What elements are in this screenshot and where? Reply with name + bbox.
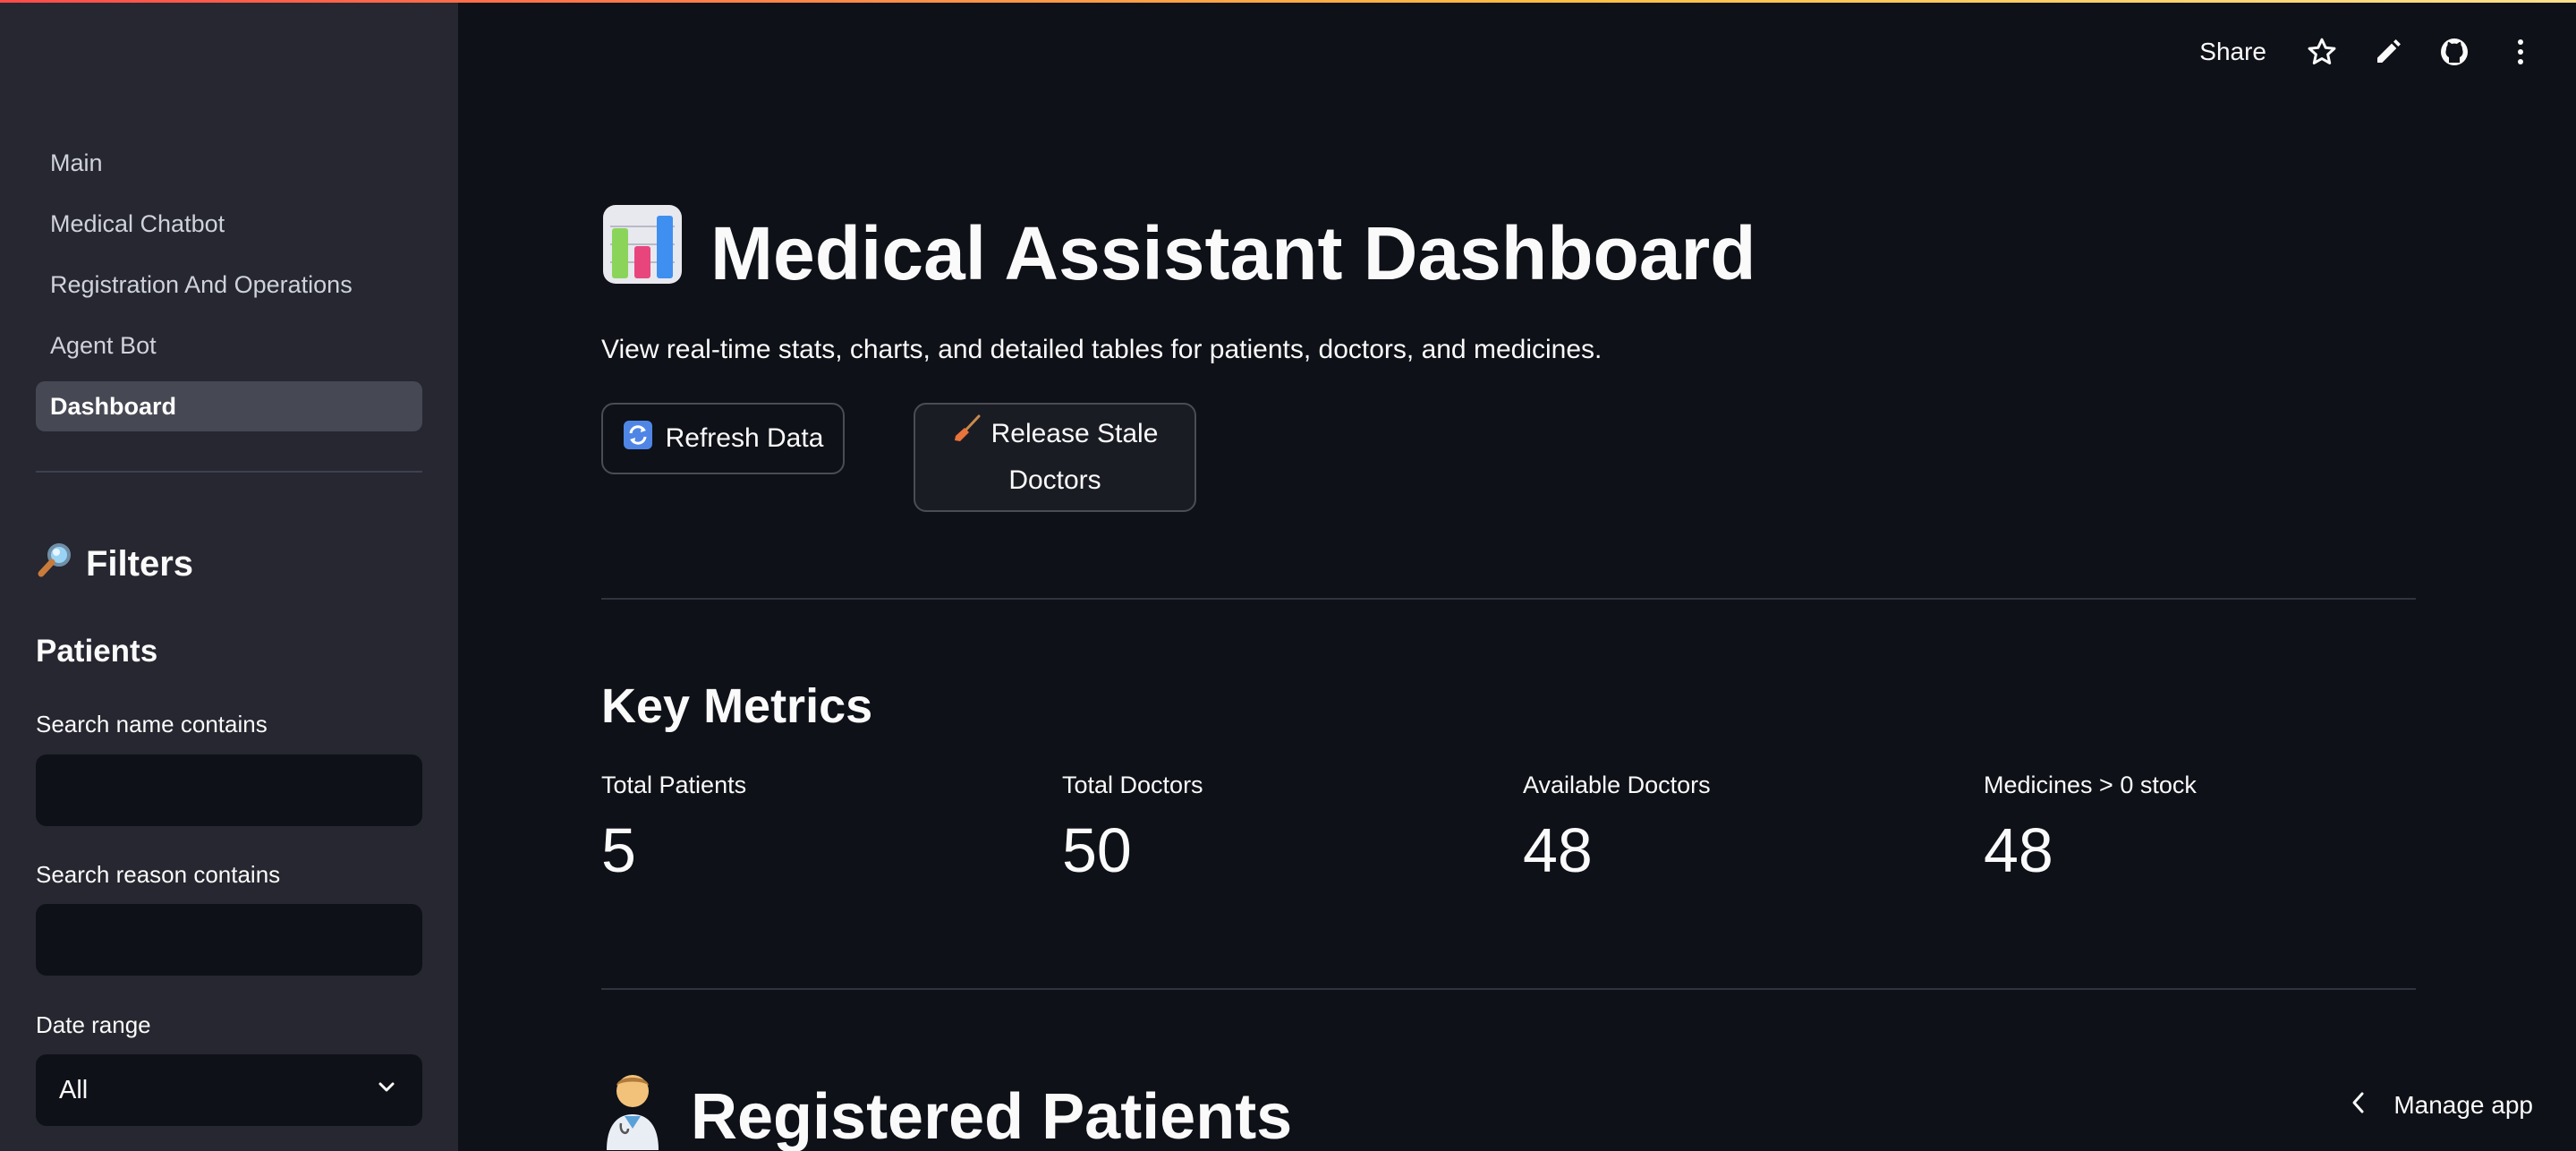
sidebar-item-agent-bot[interactable]: Agent Bot	[36, 320, 422, 371]
metric-total-doctors: Total Doctors 50	[1062, 772, 1509, 886]
filters-heading: Filters	[36, 537, 193, 591]
metric-value: 50	[1062, 815, 1132, 885]
chevron-down-icon	[376, 1076, 397, 1105]
doctor-icon	[601, 1070, 664, 1151]
key-metrics-heading: Key Metrics	[601, 679, 873, 733]
sidebar-item-dashboard[interactable]: Dashboard	[36, 381, 422, 431]
metric-label: Available Doctors	[1523, 772, 1711, 798]
metric-label: Medicines > 0 stock	[1984, 772, 2197, 798]
sidebar-item-registration-and-operations[interactable]: Registration And Operations	[36, 260, 422, 310]
metric-value: 48	[1523, 815, 1593, 885]
page-title-text: Medical Assistant Dashboard	[710, 210, 1756, 295]
date-range-select[interactable]: All	[36, 1054, 422, 1126]
sidebar-divider	[36, 471, 422, 473]
sidebar-nav: Main Medical Chatbot Registration And Op…	[36, 138, 422, 442]
github-icon[interactable]	[2435, 32, 2474, 72]
divider	[601, 988, 2416, 990]
registered-patients-heading: Registered Patients	[601, 1072, 1292, 1151]
metric-value: 5	[601, 815, 636, 885]
sidebar-item-medical-chatbot[interactable]: Medical Chatbot	[36, 199, 422, 249]
search-reason-label: Search reason contains	[36, 861, 281, 888]
bar-chart-icon	[601, 203, 684, 303]
date-range-value: All	[59, 1075, 89, 1104]
sidebar-item-main[interactable]: Main	[36, 138, 422, 188]
metric-label: Total Doctors	[1062, 772, 1203, 798]
refresh-icon	[623, 420, 653, 457]
release-stale-doctors-button[interactable]: Release Stale Doctors	[914, 403, 1196, 512]
search-name-input[interactable]	[36, 755, 422, 826]
top-decoration-bar	[0, 0, 2576, 3]
search-reason-input[interactable]	[36, 904, 422, 976]
filters-title: Filters	[86, 543, 194, 584]
metric-value: 48	[1984, 815, 2053, 885]
refresh-data-button[interactable]: Refresh Data	[601, 403, 845, 474]
metric-medicines-in-stock: Medicines > 0 stock 48	[1984, 772, 2431, 886]
chevron-left-icon	[2349, 1091, 2368, 1121]
release-stale-doctors-label: Release Stale Doctors	[990, 419, 1159, 495]
patients-heading: Patients	[36, 634, 158, 669]
page-subtitle: View real-time stats, charts, and detail…	[601, 335, 1603, 364]
manage-app-button[interactable]: Manage app	[2349, 1083, 2533, 1128]
metric-total-patients: Total Patients 5	[601, 772, 1049, 886]
magnifier-icon	[36, 540, 75, 588]
search-name-label: Search name contains	[36, 711, 268, 737]
divider	[601, 598, 2416, 600]
page-title: Medical Assistant Dashboard	[601, 204, 1756, 303]
main-content: Medical Assistant Dashboard View real-ti…	[601, 0, 2416, 1151]
date-range-label: Date range	[36, 1011, 151, 1038]
metric-available-doctors: Available Doctors 48	[1523, 772, 1970, 886]
sidebar: Main Medical Chatbot Registration And Op…	[0, 0, 458, 1151]
more-vertical-icon[interactable]	[2501, 32, 2540, 72]
refresh-data-label: Refresh Data	[665, 423, 824, 453]
manage-app-label: Manage app	[2393, 1091, 2533, 1119]
metric-label: Total Patients	[601, 772, 747, 798]
registered-patients-title: Registered Patients	[691, 1081, 1293, 1151]
broom-icon	[952, 414, 982, 458]
